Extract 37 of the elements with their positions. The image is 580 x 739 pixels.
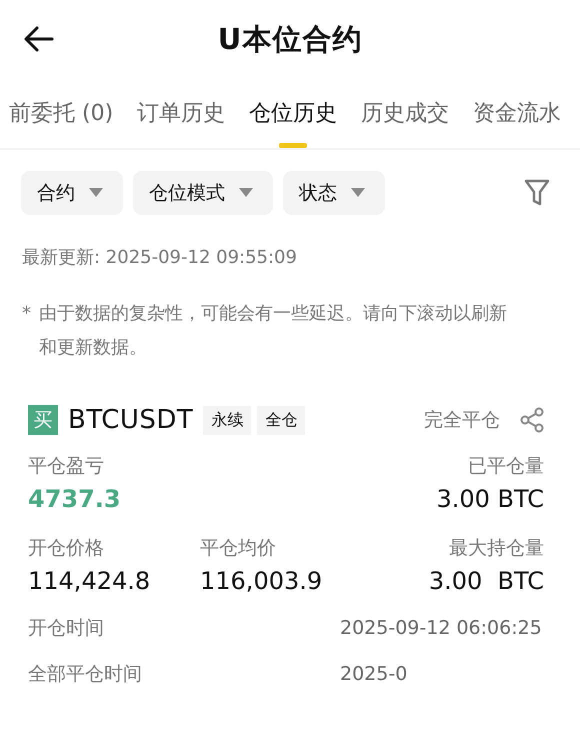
field-label: 已平仓量 — [468, 454, 544, 479]
share-icon[interactable] — [520, 407, 544, 433]
field-value: 3.00 BTC — [436, 485, 544, 513]
field-value: 116,003.9 — [200, 567, 324, 595]
status-text: 完全平仓 — [424, 408, 500, 433]
symbol-name: BTCUSDT — [68, 405, 194, 435]
caret-icon — [239, 188, 253, 197]
notice-text: 由于数据的复杂性，可能会有一些延迟。请向下滚动以刷新和更新数据。 — [39, 302, 508, 360]
filter-dropdown[interactable]: 合约 — [21, 170, 123, 214]
back-icon[interactable] — [24, 26, 54, 52]
tab[interactable]: 仓位历史 — [237, 80, 350, 148]
field-value: 3.00 BTC — [428, 567, 544, 595]
buy-badge: 买 — [28, 405, 58, 435]
tab[interactable]: 订单历史 — [125, 80, 238, 148]
field-value: 4737.3 — [28, 485, 122, 513]
tab[interactable]: 前委托 (0) — [0, 80, 126, 148]
caret-icon — [89, 188, 103, 197]
last-update-text: 最新更新: 2025-09-12 09:55:09 — [22, 246, 298, 269]
time-value: 2025-09-12 06:06:25 — [340, 617, 543, 639]
asterisk: * — [22, 302, 31, 326]
tab[interactable]: 资金流水 — [461, 80, 574, 148]
time-value: 2025-0 — [340, 663, 408, 685]
field-value: 114,424.8 — [28, 567, 152, 595]
tag: 全仓 — [257, 406, 306, 434]
filter-dropdown[interactable]: 仓位模式 — [133, 170, 273, 214]
field-label: 最大持仓量 — [449, 536, 544, 561]
field-label: 平仓均价 — [200, 536, 277, 561]
field-label: 平仓盈亏 — [28, 454, 105, 479]
time-label: 开仓时间 — [28, 616, 104, 641]
caret-icon — [351, 188, 365, 197]
page-title: U本位合约 — [218, 21, 362, 58]
filter-dropdown[interactable]: 状态 — [283, 170, 385, 214]
time-label: 全部平仓时间 — [28, 662, 142, 687]
filter-icon[interactable] — [524, 178, 550, 206]
field-label: 开仓价格 — [28, 536, 105, 561]
tab[interactable]: 历史成交 — [349, 80, 462, 148]
tag: 永续 — [203, 406, 252, 434]
